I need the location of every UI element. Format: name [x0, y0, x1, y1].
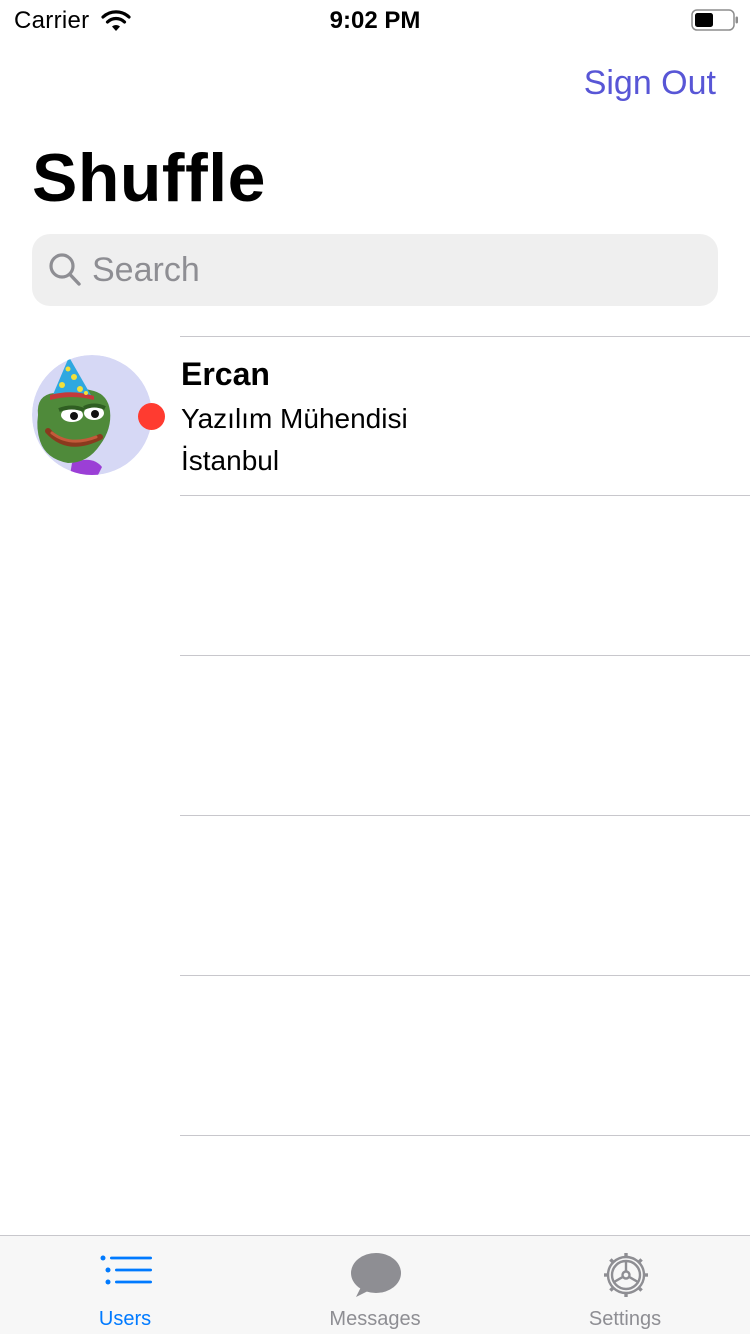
clock: 9:02 PM: [329, 7, 421, 34]
status-bar: Carrier 9:02 PM: [0, 0, 750, 40]
battery-icon: [691, 9, 738, 31]
user-row[interactable]: Ercan Yazılım Mühendisi İstanbul: [0, 337, 750, 495]
search-input[interactable]: [92, 234, 692, 306]
sign-out-button[interactable]: Sign Out: [584, 64, 716, 103]
search-bar[interactable]: [32, 234, 718, 306]
tab-label: Settings: [588, 1308, 662, 1330]
chat-bubble-icon: [351, 1253, 401, 1297]
tab-bar: Users Messages Settings: [0, 1235, 750, 1334]
gear-icon: [604, 1253, 648, 1297]
user-city: İstanbul: [181, 445, 280, 476]
tab-label: Users: [98, 1308, 152, 1330]
avatar: [32, 355, 152, 475]
row-separator: [180, 1135, 750, 1136]
user-job-title: Yazılım Mühendisi: [181, 403, 408, 434]
online-status-dot: [138, 403, 165, 430]
search-icon: [49, 253, 81, 286]
row-separator: [180, 495, 750, 496]
tab-label: Messages: [329, 1308, 421, 1330]
app-screen: Carrier 9:02 PM Sign Out Shuffle Search …: [0, 0, 750, 1334]
row-separator: [180, 655, 750, 656]
list-icon: [100, 1255, 152, 1285]
user-name: Ercan: [181, 356, 270, 392]
tab-messages[interactable]: Messages: [250, 1236, 500, 1334]
tab-settings[interactable]: Settings: [500, 1236, 750, 1334]
row-separator: [180, 815, 750, 816]
page-title: Shuffle: [32, 140, 266, 216]
row-separator: [180, 975, 750, 976]
tab-users[interactable]: Users: [0, 1236, 250, 1334]
battery-fill: [695, 13, 713, 27]
